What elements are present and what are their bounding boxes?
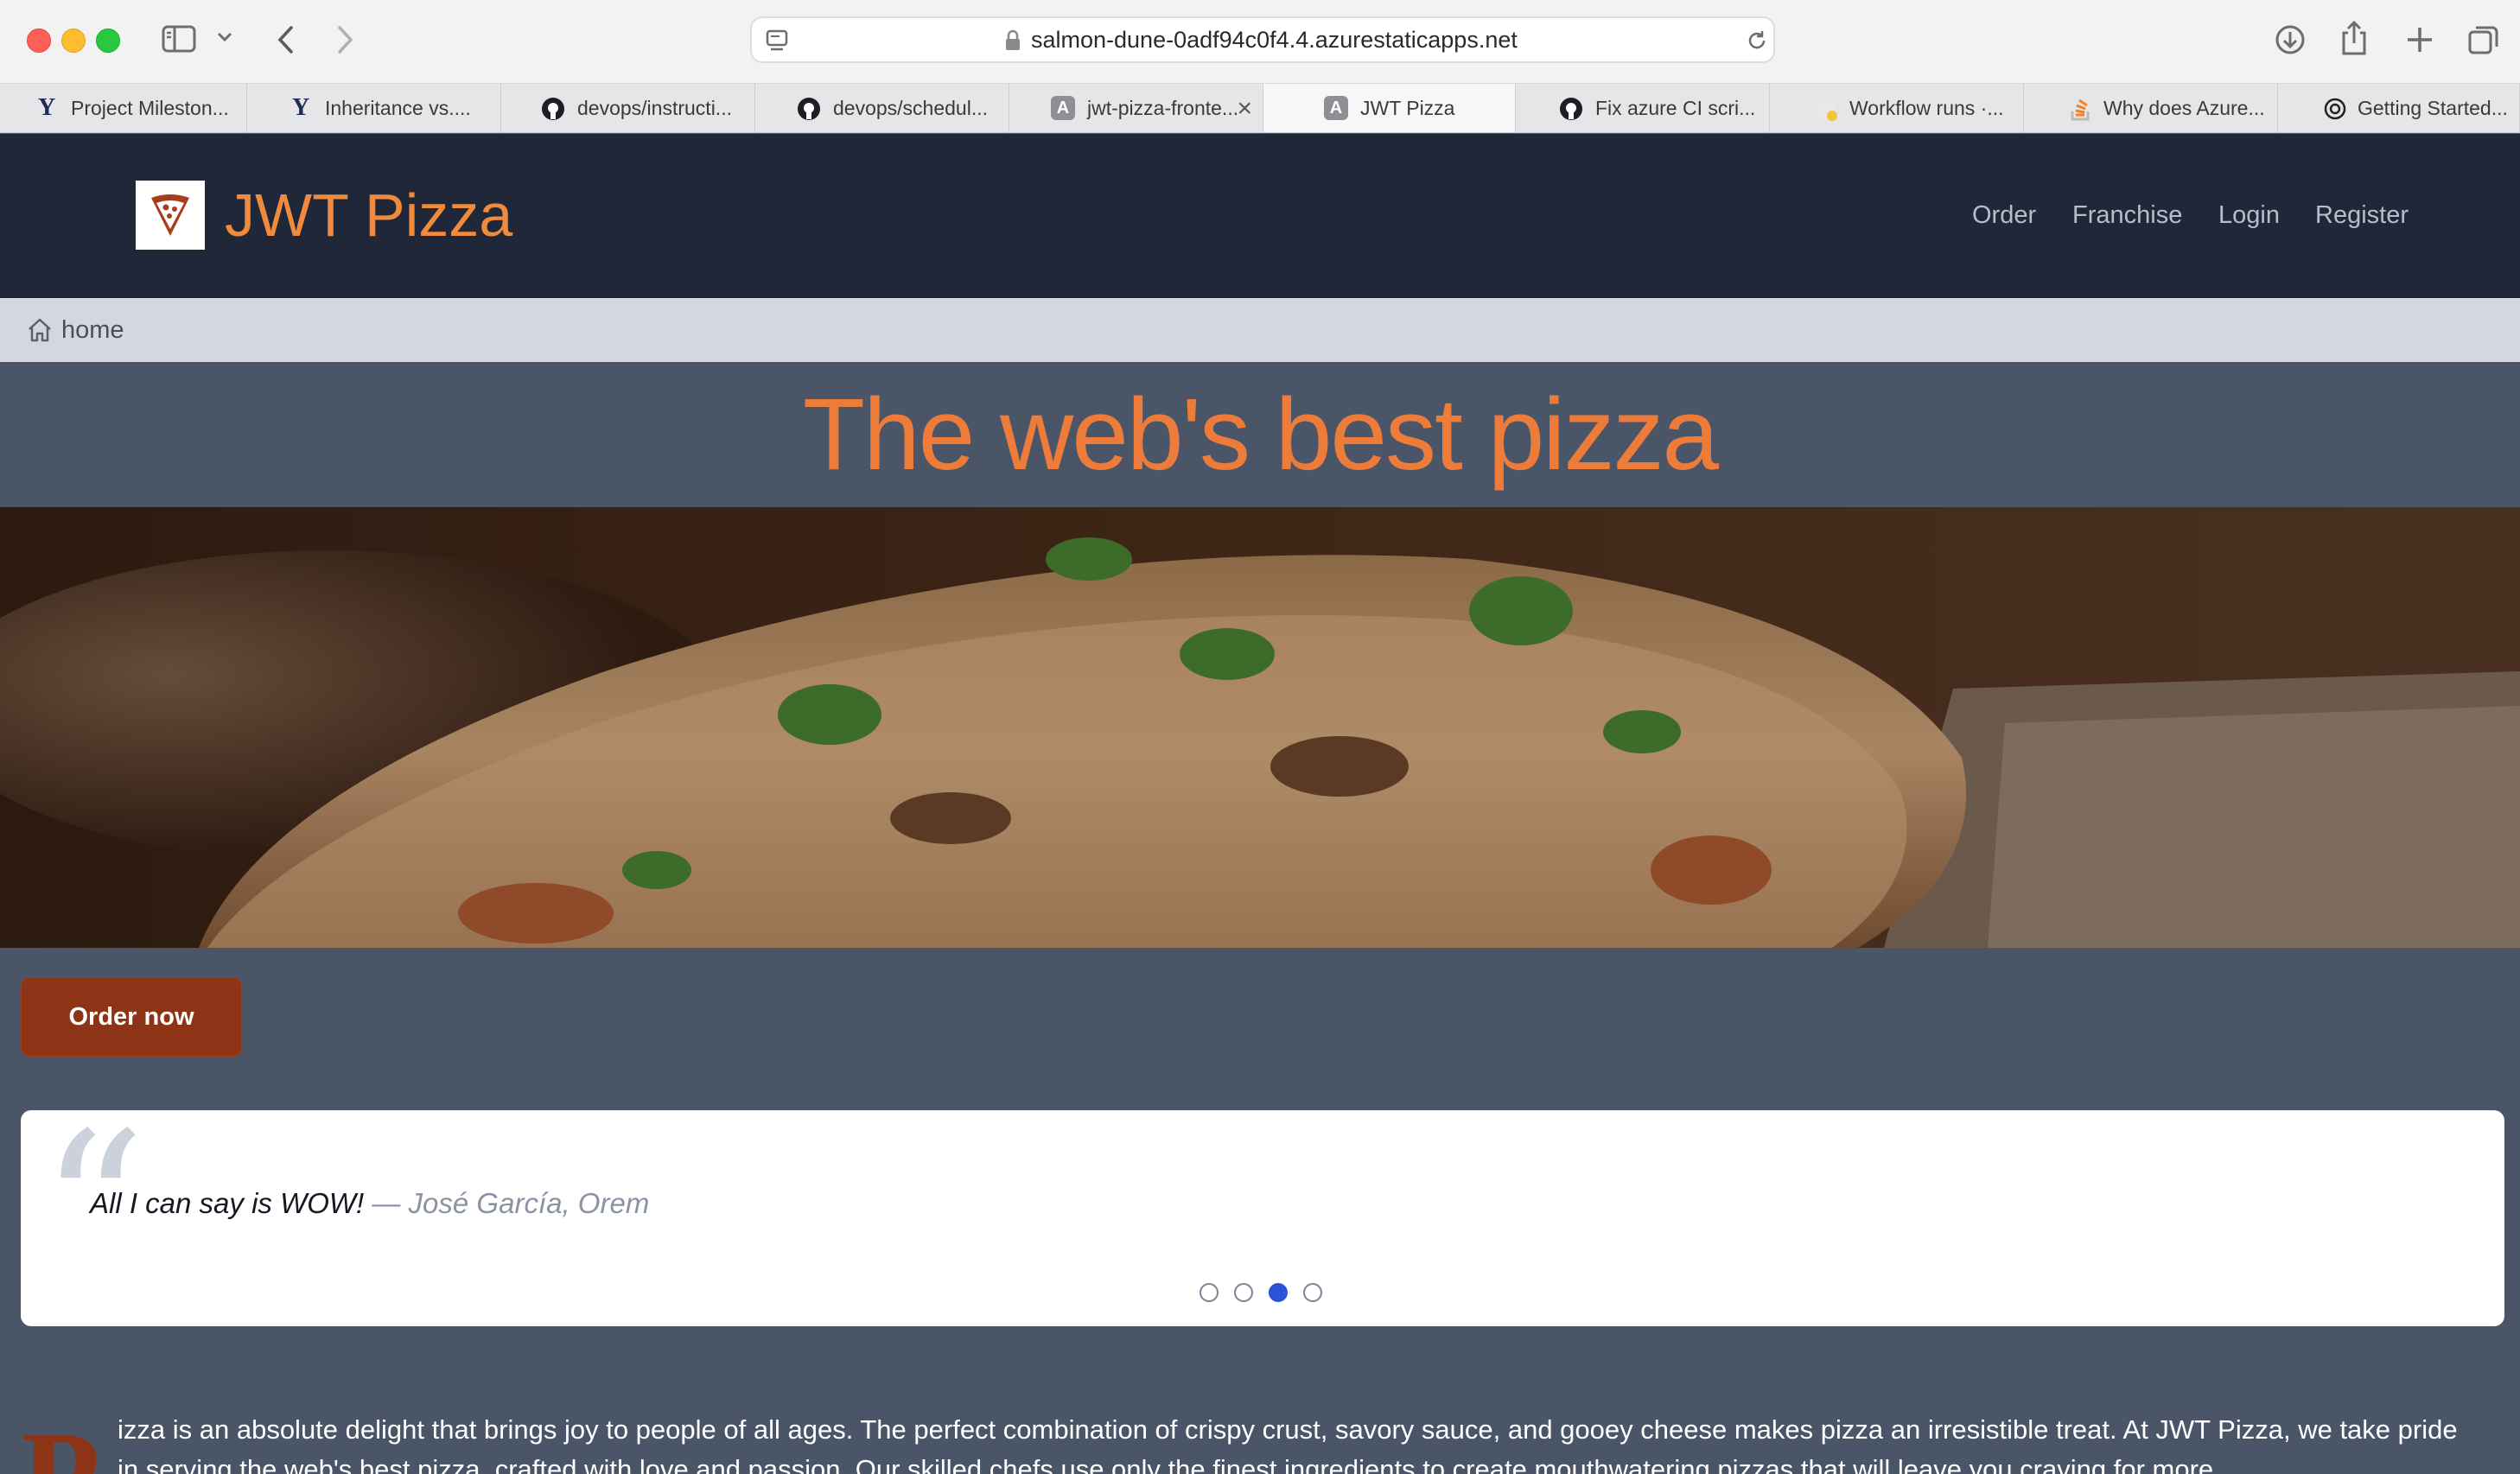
browser-tab[interactable]: devops/instructi... [501, 84, 755, 132]
workflow-icon [1815, 98, 1837, 121]
github-icon [542, 98, 564, 120]
address-bar[interactable]: salmon-dune-0adf94c0f4.4.azurestaticapps… [750, 16, 1775, 63]
browser-tab[interactable]: Workflow runs ·... [1770, 84, 2024, 132]
page-settings-icon[interactable] [764, 28, 790, 54]
github-icon [798, 98, 820, 120]
browser-tab[interactable]: A jwt-pizza-fronte... × [1009, 84, 1263, 132]
breadcrumb: home [0, 298, 2520, 362]
pizza-logo-icon[interactable] [136, 181, 205, 250]
a-icon: A [1051, 96, 1075, 120]
carousel-dot-1[interactable] [1200, 1283, 1219, 1302]
order-now-button[interactable]: Order now [21, 977, 242, 1057]
breadcrumb-home[interactable]: home [61, 314, 124, 346]
testimonial-quote: All I can say is WOW! [90, 1187, 365, 1219]
close-tab-icon[interactable]: × [1237, 94, 1252, 124]
home-icon[interactable] [26, 316, 54, 344]
y-icon: Y [38, 94, 56, 121]
carousel-dot-4[interactable] [1303, 1283, 1322, 1302]
tab-label: Getting Started... [2358, 96, 2508, 119]
browser-tab[interactable]: Getting Started... [2278, 84, 2520, 132]
site-header: JWT Pizza Order Franchise Login Register [0, 134, 2520, 298]
brand-title[interactable]: JWT Pizza [225, 179, 512, 251]
downloads-icon[interactable] [2273, 22, 2307, 57]
carousel-dot-3[interactable] [1269, 1283, 1288, 1302]
sidebar-icon[interactable] [161, 22, 197, 57]
carousel-dot-2[interactable] [1234, 1283, 1253, 1302]
openai-icon [2324, 98, 2346, 120]
tab-label: Fix azure CI scri... [1595, 96, 1756, 119]
nav-franchise[interactable]: Franchise [2072, 200, 2182, 231]
tab-label: Project Mileston... [71, 96, 229, 119]
browser-tab[interactable]: Y Project Mileston... [0, 84, 247, 132]
close-window-button[interactable] [27, 29, 51, 53]
browser-tab[interactable]: devops/schedul... [755, 84, 1009, 132]
dropcap-letter: P [21, 1412, 100, 1474]
tab-label: Inheritance vs.... [325, 96, 471, 119]
tab-label: jwt-pizza-fronte... [1087, 96, 1239, 119]
browser-tab-active[interactable]: A JWT Pizza [1263, 84, 1516, 132]
pizza-slice-icon [151, 194, 189, 236]
about-paragraph: izza is an absolute delight that brings … [118, 1414, 2458, 1474]
tab-label: JWT Pizza [1360, 96, 1455, 119]
browser-toolbar: salmon-dune-0adf94c0f4.4.azurestaticapps… [0, 0, 2520, 84]
chevron-down-icon[interactable] [216, 31, 233, 43]
back-icon[interactable] [273, 22, 299, 57]
about-section: P izza is an absolute delight that bring… [0, 1374, 2520, 1474]
hero-title-band: The web's best pizza [0, 362, 2520, 507]
nav-login[interactable]: Login [2218, 200, 2280, 231]
minimize-window-button[interactable] [61, 29, 86, 53]
testimonial-author: — José García, Orem [372, 1187, 650, 1219]
tab-label: devops/instructi... [577, 96, 732, 119]
stackoverflow-icon [2071, 98, 2090, 121]
a-icon: A [1324, 96, 1348, 120]
tab-label: Workflow runs ·... [1849, 96, 2004, 119]
tab-label: devops/schedul... [833, 96, 989, 119]
browser-tab[interactable]: Fix azure CI scri... [1516, 84, 1770, 132]
github-icon [1560, 98, 1582, 120]
nav-register[interactable]: Register [2315, 200, 2409, 231]
tab-bar: Y Project Mileston... Y Inheritance vs..… [0, 84, 2520, 133]
reload-icon[interactable] [1745, 29, 1769, 53]
browser-tab[interactable]: Why does Azure... [2024, 84, 2278, 132]
testimonial-text: All I can say is WOW! — José García, Ore… [90, 1186, 649, 1221]
forward-icon[interactable] [332, 22, 358, 57]
url-text: salmon-dune-0adf94c0f4.4.azurestaticapps… [1031, 27, 1518, 53]
hero-title: The web's best pizza [802, 378, 1719, 492]
share-icon[interactable] [2339, 19, 2370, 57]
tab-overview-icon[interactable] [2466, 22, 2501, 57]
y-icon: Y [292, 94, 310, 121]
browser-tab[interactable]: Y Inheritance vs.... [247, 84, 501, 132]
lock-icon [1006, 29, 1020, 50]
testimonial-carousel: “ All I can say is WOW! — José García, O… [21, 1105, 2504, 1326]
pizza-hero-image [0, 507, 2520, 948]
tab-label: Why does Azure... [2103, 96, 2265, 119]
nav-order[interactable]: Order [1972, 200, 2036, 231]
new-tab-icon[interactable] [2402, 22, 2437, 57]
maximize-window-button[interactable] [96, 29, 120, 53]
